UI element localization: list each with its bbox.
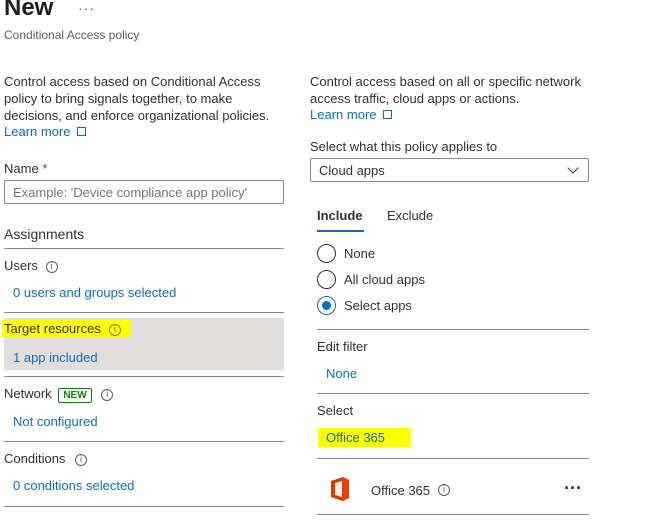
tab-exclude[interactable]: Exclude: [387, 208, 433, 223]
info-icon[interactable]: i: [45, 260, 58, 273]
edit-filter-label: Edit filter: [317, 339, 368, 354]
info-icon-highlight: i: [102, 320, 131, 337]
right-learn-more-link[interactable]: Learn more: [310, 107, 393, 122]
divider: [4, 248, 284, 249]
applies-to-dropdown[interactable]: Cloud apps: [310, 158, 589, 182]
more-options-icon[interactable]: ···: [78, 0, 95, 16]
info-icon[interactable]: i: [108, 323, 121, 336]
divider: [4, 506, 284, 507]
required-marker: *: [42, 161, 48, 176]
users-label: Users i: [4, 258, 58, 273]
tab-include-underline: [317, 230, 364, 232]
divider: [4, 441, 284, 442]
radio-all-cloud-apps-label: All cloud apps: [344, 272, 425, 287]
divider: [317, 393, 589, 394]
select-value-link[interactable]: Office 365: [318, 428, 411, 447]
tab-include[interactable]: Include: [317, 208, 363, 223]
name-label: Name *: [4, 161, 47, 176]
conditions-value-link[interactable]: 0 conditions selected: [13, 478, 134, 493]
tab-exclude-label: Exclude: [387, 208, 434, 223]
tab-include-label: Include: [317, 208, 363, 223]
edit-filter-link[interactable]: None: [326, 366, 357, 381]
divider: [4, 312, 284, 313]
users-value-link[interactable]: 0 users and groups selected: [13, 285, 176, 300]
target-resources-label: Target resources i: [2, 320, 131, 337]
right-intro-text: Control access based on all or specific …: [310, 74, 581, 106]
applies-to-label: Select what this policy applies to: [310, 139, 498, 154]
divider: [317, 329, 589, 330]
name-label-text: Name: [4, 161, 39, 176]
conditions-label-text: Conditions: [4, 451, 66, 466]
chevron-down-icon: [567, 162, 579, 174]
external-link-icon: [77, 127, 87, 136]
radio-none[interactable]: [317, 244, 336, 263]
users-label-text: Users: [4, 258, 38, 273]
new-badge: NEW: [58, 388, 92, 403]
assignments-heading: Assignments: [4, 226, 85, 242]
info-icon[interactable]: i: [101, 388, 114, 401]
learn-more-label: Learn more: [310, 107, 377, 122]
radio-select-apps-label: Select apps: [344, 298, 412, 313]
radio-none-label: None: [344, 246, 376, 261]
app-name: Office 365: [371, 483, 431, 498]
target-resources-label-text: Target resources: [2, 320, 103, 337]
applies-to-value: Cloud apps: [319, 163, 385, 178]
page-title: New: [4, 0, 54, 21]
external-link-icon: [383, 110, 393, 119]
left-intro-text: Control access based on Conditional Acce…: [4, 74, 270, 123]
app-list-item: Office 365 i ···: [317, 472, 589, 510]
network-value-link[interactable]: Not configured: [13, 414, 98, 429]
left-learn-more-link[interactable]: Learn more: [4, 124, 87, 139]
info-icon[interactable]: i: [75, 453, 88, 466]
target-resources-value-link[interactable]: 1 app included: [13, 350, 98, 365]
divider: [317, 514, 589, 515]
info-icon[interactable]: i: [438, 484, 450, 496]
select-label: Select: [317, 403, 354, 418]
divider: [4, 376, 284, 377]
name-input[interactable]: [4, 180, 284, 204]
network-label: Network NEW i: [4, 386, 114, 403]
network-label-text: Network: [4, 386, 52, 401]
page-subtitle: Conditional Access policy: [4, 28, 140, 42]
conditions-label: Conditions i: [4, 451, 88, 466]
more-options-icon[interactable]: ···: [564, 478, 582, 499]
learn-more-label: Learn more: [4, 124, 71, 139]
radio-select-apps[interactable]: [317, 296, 336, 315]
office-365-icon: [331, 477, 349, 501]
divider: [317, 458, 589, 459]
radio-all-cloud-apps[interactable]: [317, 270, 336, 289]
